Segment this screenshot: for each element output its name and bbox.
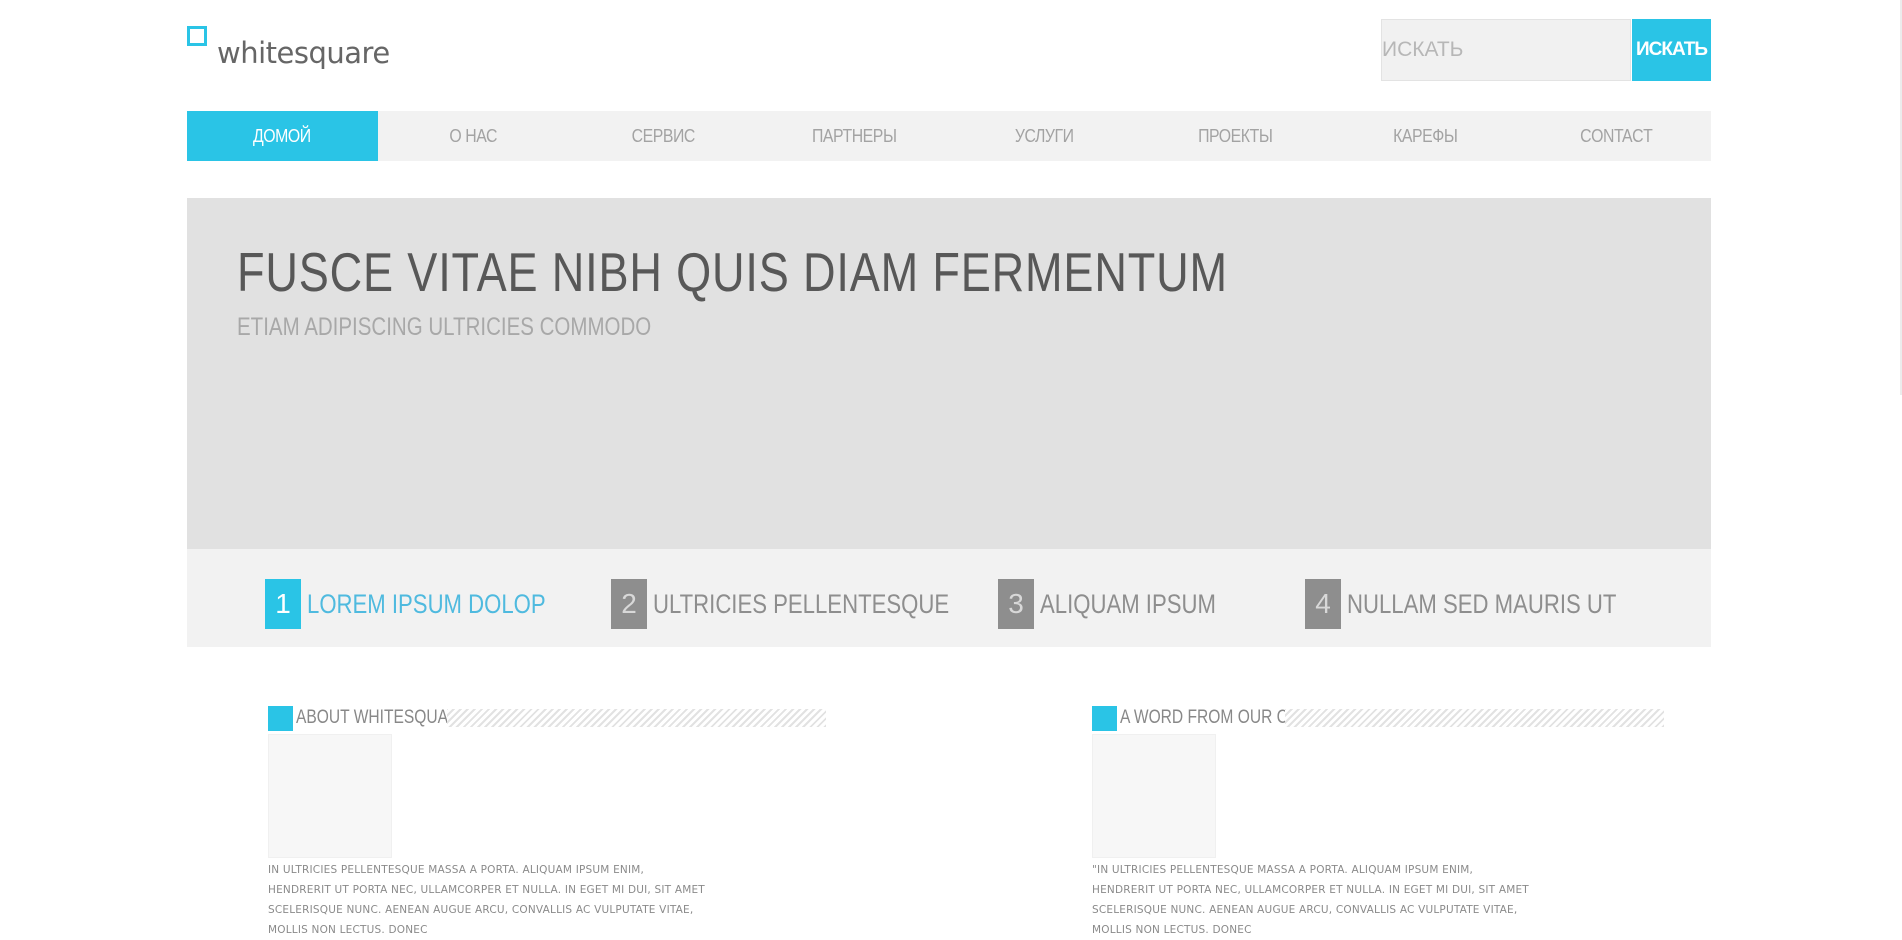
nav-item-careers[interactable]: КАРЕФЫ [1341,111,1509,161]
hero-title: FUSCE VITAE NIBH QUIS DIAM FERMENTUM [237,241,1228,303]
hatch-divider [447,709,826,727]
nav-item-service[interactable]: СЕРВИС [579,111,747,161]
logo[interactable]: whitesquare [187,26,417,76]
logo-text: whitesquare [217,36,390,70]
ceo-text: "IN ULTRICIES PELLENTESQUE MASSA A PORTA… [1092,864,1529,936]
nav-item-label: ДОМОЙ [253,125,312,146]
feature-tab-1[interactable]: 1 LOREM IPSUM DOLOP [265,579,598,629]
feature-number: 2 [611,579,647,629]
about-title: ABOUT WHITESQUARE [296,707,470,728]
about-text: IN ULTRICIES PELLENTESQUE MASSA A PORTA.… [268,864,705,936]
feature-label: NULLAM SED MAURIS UT [1347,588,1617,619]
hero-banner: FUSCE VITAE NIBH QUIS DIAM FERMENTUM ETI… [187,198,1711,549]
section-marker-icon [1092,705,1117,731]
ceo-heading: A WORD FROM OUR CEO [1092,705,1664,731]
nav-item-home[interactable]: ДОМОЙ [187,111,378,161]
feature-number: 4 [1305,579,1341,629]
feature-tab-2[interactable]: 2 ULTRICIES PELLENTESQUE [611,579,1014,629]
about-image [268,734,392,858]
search-button[interactable]: ИСКАТЬ [1632,19,1711,81]
logo-square-icon [187,26,207,46]
feature-label: ALIQUAM IPSUM [1040,588,1216,619]
nav-item-partners[interactable]: ПАРТНЕРЫ [770,111,938,161]
search-input[interactable] [1381,19,1631,81]
feature-tab-4[interactable]: 4 NULLAM SED MAURIS UT [1305,579,1676,629]
feature-label: LOREM IPSUM DOLOP [307,588,546,619]
nav-item-projects[interactable]: ПРОЕКТЫ [1151,111,1319,161]
feature-number: 3 [998,579,1034,629]
hatch-divider [1285,709,1664,727]
ceo-title: A WORD FROM OUR CEO [1120,707,1311,728]
feature-tab-3[interactable]: 3 ALIQUAM IPSUM [998,579,1255,629]
about-heading: ABOUT WHITESQUARE [268,705,826,731]
section-marker-icon [268,705,293,731]
feature-label: ULTRICIES PELLENTESQUE [653,588,950,619]
hero-subtitle: ETIAM ADIPISCING ULTRICIES COMMODO [237,313,652,341]
feature-tabs: 1 LOREM IPSUM DOLOP 2 ULTRICIES PELLENTE… [187,549,1711,647]
feature-number: 1 [265,579,301,629]
main-nav: ДОМОЙ О НАС СЕРВИС ПАРТНЕРЫ УСЛУГИ ПРОЕК… [187,111,1711,161]
nav-item-contact[interactable]: CONTACT [1532,111,1700,161]
ceo-image [1092,734,1216,858]
nav-item-services[interactable]: УСЛУГИ [960,111,1128,161]
nav-item-about[interactable]: О НАС [389,111,557,161]
